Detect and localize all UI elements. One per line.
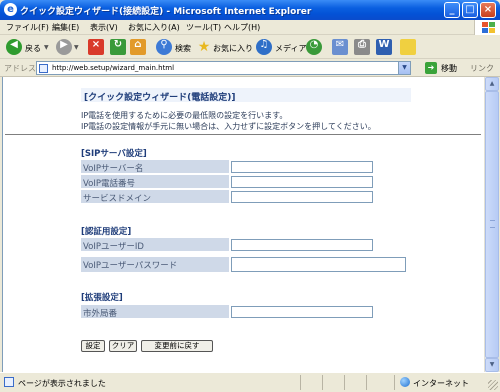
home-icon[interactable]: ⌂	[130, 39, 146, 55]
address-input[interactable]: http://web.setup/wizard_main.html ▼	[36, 61, 411, 75]
internet-explorer-icon: e	[4, 3, 17, 16]
status-separator	[394, 375, 395, 390]
back-arrow-icon[interactable]: ◀	[6, 39, 22, 55]
submit-button[interactable]: 設定	[81, 340, 105, 352]
page-content: [クイック設定ウィザード(電話設定)] IP電話を使用するために必要の最低限の設…	[2, 77, 484, 372]
window-title-bar[interactable]: e クイック設定ウィザード(接続設定) - Microsoft Internet…	[0, 0, 500, 20]
voip-server-name-label: VoIPサーバー名	[83, 164, 144, 174]
page-title-bar: [クイック設定ウィザード(電話設定)]	[81, 88, 411, 103]
maximize-button[interactable]: □	[462, 2, 478, 18]
intro-line-2: IP電話の設定情報が手元に無い場合は、入力せずに設定ボタンを押してください。	[81, 122, 376, 131]
media-label[interactable]: メディア	[275, 43, 306, 54]
back-label[interactable]: 戻る	[25, 43, 41, 54]
service-domain-label: サービスドメイン	[83, 194, 152, 204]
stop-icon[interactable]: ×	[88, 39, 104, 55]
scroll-grip-icon	[490, 220, 495, 228]
media-icon[interactable]: ♫	[256, 39, 272, 55]
windows-logo-icon	[474, 20, 500, 35]
page-title: [クイック設定ウィザード(電話設定)]	[84, 93, 236, 103]
voip-user-id-input[interactable]	[231, 239, 373, 251]
favorites-label[interactable]: お気に入り	[213, 43, 253, 54]
menu-favorites[interactable]: お気に入り(A)	[128, 22, 180, 33]
voip-password-input[interactable]	[231, 257, 406, 272]
status-text: ページが表示されました	[18, 379, 106, 388]
vertical-scrollbar[interactable]: ▲ ▼	[484, 77, 499, 372]
voip-phone-number-input[interactable]	[231, 176, 373, 188]
restore-button[interactable]: 変更前に戻す	[141, 340, 213, 352]
window-title: クイック設定ウィザード(接続設定) - Microsoft Internet E…	[20, 7, 312, 17]
menu-view[interactable]: 表示(V)	[90, 22, 118, 33]
voip-user-id-row: VoIPユーザーID	[81, 238, 229, 252]
menu-help[interactable]: ヘルプ(H)	[224, 22, 260, 33]
intro-text: IP電話を使用するために必要の最低限の設定を行います。 IP電話の設定情報が手元…	[81, 110, 376, 132]
edit-icon[interactable]: W	[376, 39, 392, 55]
print-icon[interactable]: ⎙	[354, 39, 370, 55]
voip-phone-number-label: VoIP電話番号	[83, 179, 135, 189]
clear-button[interactable]: クリア	[109, 340, 137, 352]
toolbar: ◀ 戻る ▼ ▶ ▼ × ↻ ⌂ ⚲ 検索 ★ お気に入り ♫ メディア ◔ ✉…	[0, 35, 500, 59]
scroll-up-icon[interactable]: ▲	[485, 77, 499, 91]
address-dropdown-icon[interactable]: ▼	[398, 62, 410, 74]
close-button[interactable]: ×	[480, 2, 496, 18]
area-code-input[interactable]	[231, 306, 373, 318]
menu-bar: ファイル(F) 編集(E) 表示(V) お気に入り(A) ツール(T) ヘルプ(…	[0, 20, 500, 35]
divider	[5, 134, 481, 135]
resize-grip-icon[interactable]	[488, 380, 498, 390]
security-zone-label: インターネット	[413, 379, 469, 388]
address-bar: アドレス(D) http://web.setup/wizard_main.htm…	[0, 59, 500, 83]
mail-icon[interactable]: ✉	[332, 39, 348, 55]
minimize-button[interactable]: _	[444, 2, 460, 18]
voip-server-name-input[interactable]	[231, 161, 373, 173]
favorites-star-icon[interactable]: ★	[196, 39, 212, 55]
status-separator	[366, 375, 367, 390]
area-code-label: 市外局番	[83, 309, 118, 319]
status-bar: ページが表示されました インターネット	[0, 372, 500, 392]
voip-server-name-row: VoIPサーバー名	[81, 160, 229, 174]
voip-user-id-label: VoIPユーザーID	[83, 242, 144, 252]
intro-line-1: IP電話を使用するために必要の最低限の設定を行います。	[81, 111, 288, 120]
history-icon[interactable]: ◔	[306, 39, 322, 55]
service-domain-row: サービスドメイン	[81, 190, 229, 204]
forward-dropdown-icon[interactable]: ▼	[74, 44, 79, 51]
extended-section-heading: [拡張設定]	[81, 293, 123, 303]
go-arrow-icon[interactable]: ➜	[425, 62, 437, 74]
voip-phone-number-row: VoIP電話番号	[81, 175, 229, 189]
scroll-thumb[interactable]	[485, 91, 499, 358]
voip-password-label: VoIPユーザーパスワード	[83, 261, 178, 271]
discuss-icon[interactable]	[400, 39, 416, 55]
forward-arrow-icon[interactable]: ▶	[56, 39, 72, 55]
status-separator	[344, 375, 345, 390]
menu-edit[interactable]: 編集(E)	[52, 22, 79, 33]
refresh-icon[interactable]: ↻	[110, 39, 126, 55]
internet-zone-icon	[400, 377, 410, 387]
page-done-icon	[4, 377, 14, 387]
auth-section-heading: [認証用設定]	[81, 227, 132, 237]
search-label[interactable]: 検索	[175, 43, 191, 54]
voip-password-row: VoIPユーザーパスワード	[81, 257, 229, 273]
back-dropdown-icon[interactable]: ▼	[44, 44, 49, 51]
service-domain-input[interactable]	[231, 191, 373, 203]
area-code-row: 市外局番	[81, 305, 229, 319]
sip-section-heading: [SIPサーバ設定]	[81, 149, 147, 159]
search-icon[interactable]: ⚲	[156, 39, 172, 55]
status-separator	[300, 375, 301, 390]
address-url[interactable]: http://web.setup/wizard_main.html	[52, 64, 174, 72]
go-button[interactable]: 移動	[441, 63, 457, 74]
menu-tools[interactable]: ツール(T)	[186, 22, 221, 33]
scroll-down-icon[interactable]: ▼	[485, 358, 499, 372]
menu-file[interactable]: ファイル(F)	[6, 22, 49, 33]
status-separator	[322, 375, 323, 390]
page-icon	[39, 64, 48, 73]
